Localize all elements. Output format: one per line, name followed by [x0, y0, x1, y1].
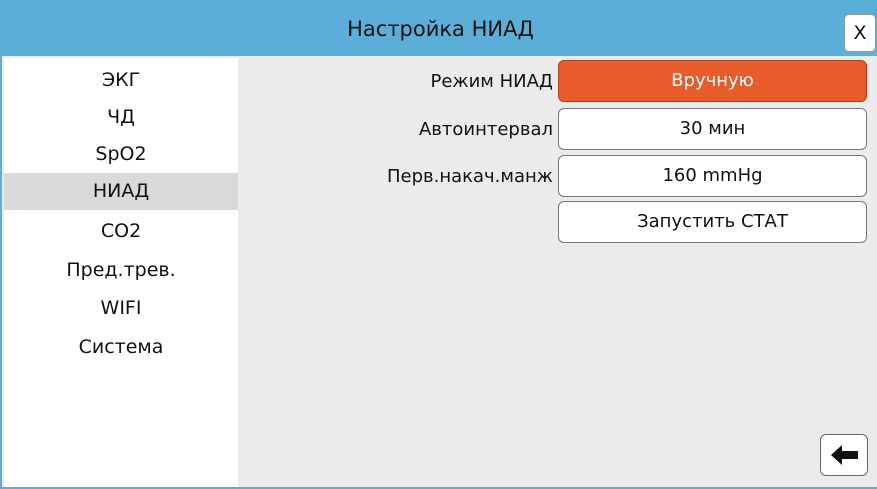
dialog-title: Настройка НИАД — [347, 17, 534, 41]
sidebar-item-wifi[interactable]: WIFI — [4, 290, 238, 327]
sidebar-item-resp[interactable]: ЧД — [4, 99, 238, 136]
sidebar-item-co2[interactable]: CO2 — [4, 213, 238, 250]
back-button[interactable] — [820, 434, 868, 476]
start-stat-button[interactable]: Запустить СТАТ — [558, 201, 867, 243]
nibp-mode-label: Режим НИАД — [430, 71, 553, 92]
close-button[interactable]: X — [844, 14, 876, 52]
initial-inflation-label: Перв.накач.манж — [386, 166, 553, 187]
sidebar-item-ecg[interactable]: ЭКГ — [4, 62, 238, 99]
sidebar-item-alarm-limits[interactable]: Пред.трев. — [4, 252, 238, 289]
sidebar-item-spo2[interactable]: SpO2 — [4, 136, 238, 173]
nibp-mode-button[interactable]: Вручную — [558, 60, 867, 102]
sidebar: ЭКГ ЧД SpO2 НИАД CO2 Пред.трев. WIFI Сис… — [4, 58, 238, 487]
sidebar-item-system[interactable]: Система — [4, 329, 238, 366]
nibp-settings-dialog: Настройка НИАД X ЭКГ ЧД SpO2 НИАД CO2 Пр… — [0, 0, 877, 489]
auto-interval-button[interactable]: 30 мин — [558, 108, 867, 150]
initial-inflation-button[interactable]: 160 mmHg — [558, 155, 867, 197]
auto-interval-label: Автоинтервал — [418, 119, 553, 140]
sidebar-item-nibp[interactable]: НИАД — [4, 173, 238, 210]
arrow-left-icon — [831, 445, 858, 465]
